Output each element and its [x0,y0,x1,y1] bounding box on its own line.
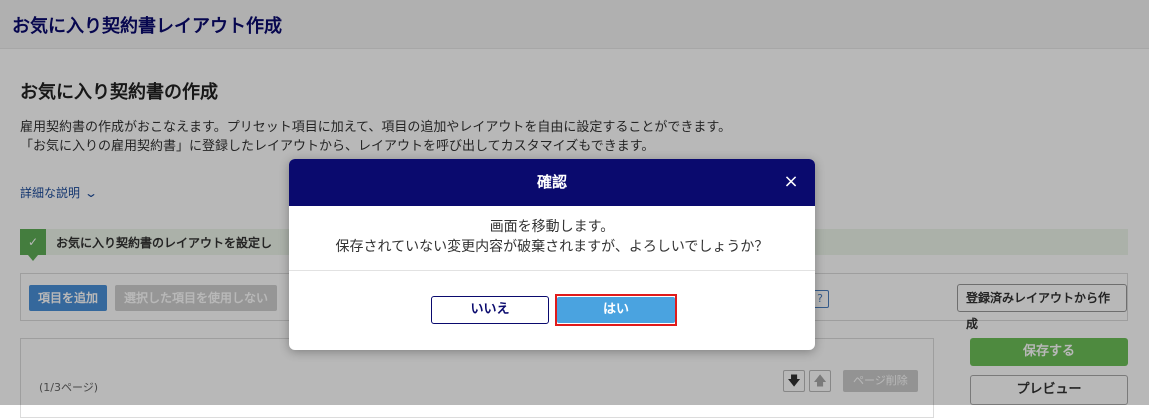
close-icon[interactable]: × [781,171,801,193]
dialog-message: 画面を移動します。 保存されていない変更内容が破棄されますが、よろしいでしょうか… [289,217,815,257]
confirm-dialog: 確認 × 画面を移動します。 保存されていない変更内容が破棄されますが、よろしい… [289,159,815,350]
dialog-header: 確認 × [289,159,815,206]
no-button[interactable]: いいえ [431,296,549,324]
dialog-title: 確認 [536,173,567,191]
yes-button[interactable]: はい [557,297,675,323]
dialog-message-line-2: 保存されていない変更内容が破棄されますが、よろしいでしょうか？ [335,239,769,255]
dialog-divider [289,270,815,271]
dialog-message-line-1: 画面を移動します。 [489,219,615,235]
